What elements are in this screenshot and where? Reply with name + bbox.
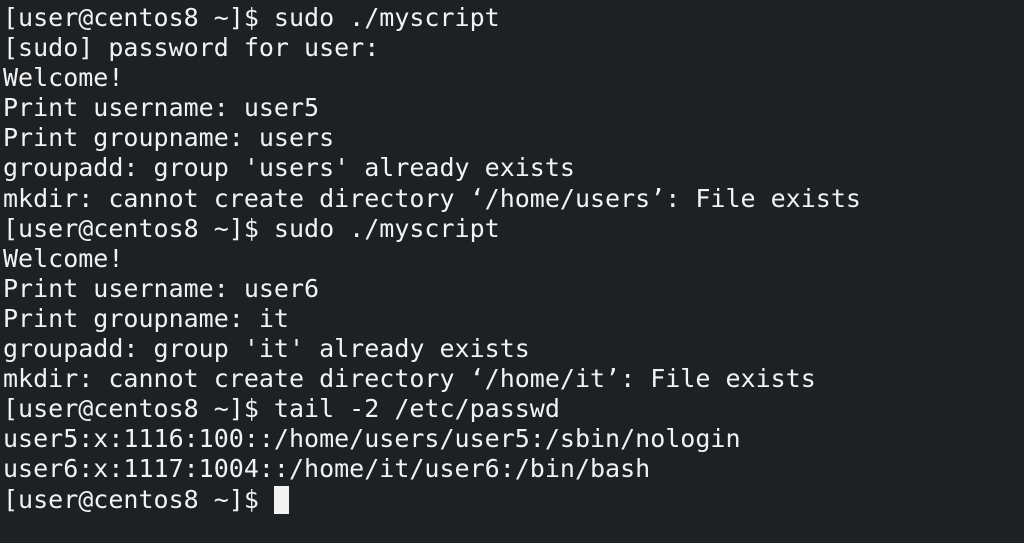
terminal-line: mkdir: cannot create directory ‘/home/it… [3, 364, 816, 394]
terminal-line: groupadd: group 'users' already exists [3, 153, 575, 183]
terminal-line: user5:x:1116:100::/home/users/user5:/sbi… [3, 424, 741, 454]
terminal-line: mkdir: cannot create directory ‘/home/us… [3, 183, 861, 213]
terminal-line: Print username: user6 [3, 273, 320, 303]
terminal-line: [user@centos8 ~]$ sudo ./myscript [3, 213, 500, 243]
terminal-line: Print groupname: it [3, 303, 289, 333]
terminal-window[interactable]: [user@centos8 ~]$ sudo ./myscript [sudo]… [0, 0, 1024, 543]
prompt-text: [user@centos8 ~]$ [3, 484, 274, 514]
prompt-line[interactable]: [user@centos8 ~]$ [3, 485, 1024, 515]
terminal-line: Print username: user5 [3, 93, 320, 123]
terminal-line: [sudo] password for user: [3, 33, 380, 63]
terminal-line: Print groupname: users [3, 123, 335, 153]
terminal-line: [user@centos8 ~]$ sudo ./myscript [3, 3, 500, 32]
terminal-line: Welcome! [3, 63, 124, 93]
terminal-line: user6:x:1117:1004::/home/it/user6:/bin/b… [3, 454, 651, 484]
terminal-line: groupadd: group 'it' already exists [3, 334, 530, 364]
terminal-line: Welcome! [3, 243, 124, 273]
text-cursor[interactable] [273, 485, 289, 514]
terminal-line: [user@centos8 ~]$ tail -2 /etc/passwd [3, 394, 560, 424]
